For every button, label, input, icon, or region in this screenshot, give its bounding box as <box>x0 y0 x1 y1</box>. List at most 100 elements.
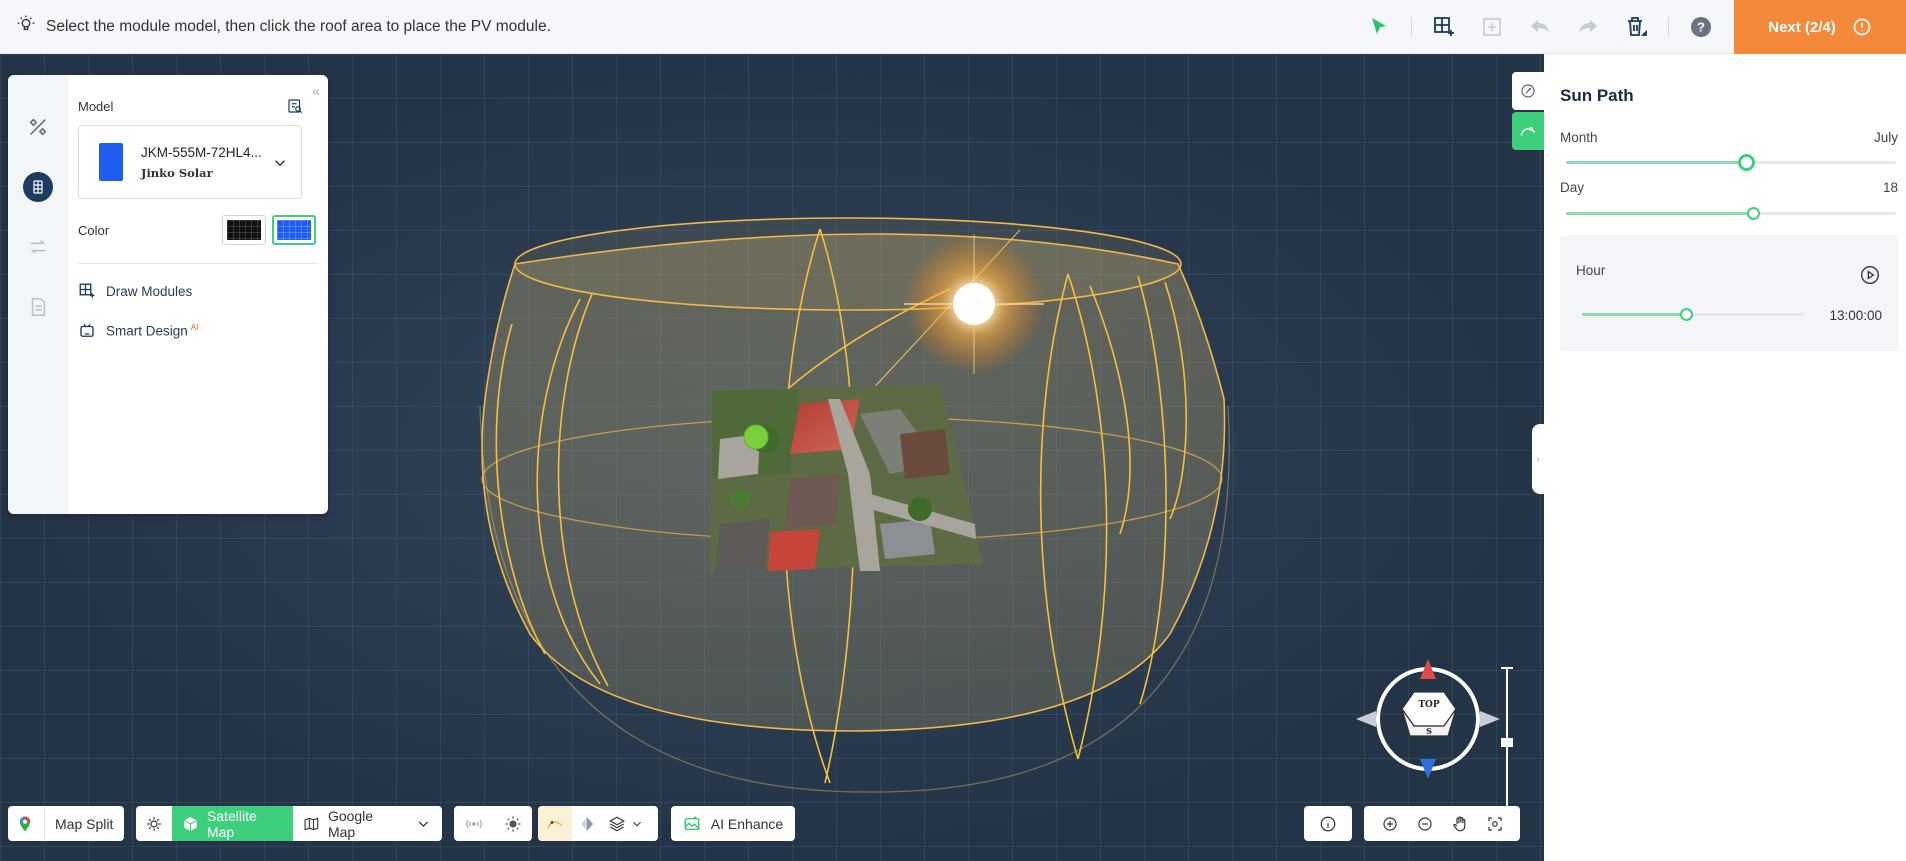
info-icon <box>1320 816 1336 831</box>
month-value: July <box>1873 130 1898 145</box>
grid-plus-icon <box>1434 17 1454 36</box>
google-map-label: Google Map <box>327 807 374 840</box>
divider <box>78 263 318 264</box>
satellite-map-button[interactable]: Satellite Map <box>172 806 294 841</box>
document-icon <box>31 298 46 316</box>
divider <box>1668 17 1669 37</box>
model-library-icon[interactable] <box>286 97 304 115</box>
satellite-icon <box>147 816 161 831</box>
draw-modules-button[interactable]: Draw Modules <box>78 282 318 300</box>
layers-toggle-button[interactable] <box>136 806 172 841</box>
draw-modules-label: Draw Modules <box>106 283 193 299</box>
satellite-tile[interactable] <box>710 384 983 571</box>
day-slider[interactable] <box>1566 207 1896 220</box>
delete-button[interactable] <box>1616 7 1656 47</box>
annotate-icon <box>1521 84 1535 98</box>
tab-sun-path[interactable] <box>1512 112 1544 150</box>
undo-button[interactable] <box>1520 7 1560 47</box>
sun-arc-icon <box>1520 126 1536 136</box>
expand-panel-tab[interactable]: › <box>1532 424 1544 494</box>
view-controls <box>1364 806 1520 841</box>
color-swatch-blue[interactable] <box>272 215 316 245</box>
lightbulb-icon <box>16 14 36 39</box>
smart-design-button[interactable]: Smart Design AI <box>78 322 318 340</box>
signal-icon[interactable] <box>465 815 483 833</box>
scene-effects-group <box>454 806 532 841</box>
draw-modules-tool-button[interactable] <box>1424 7 1464 47</box>
map-pin-icon <box>19 816 31 831</box>
divider <box>1411 17 1412 37</box>
tools-icon <box>29 118 47 136</box>
pv-module-thumbnail <box>99 143 123 181</box>
month-slider[interactable] <box>1566 154 1896 171</box>
select-tool-button[interactable] <box>1359 7 1399 47</box>
play-icon[interactable] <box>1860 265 1880 285</box>
undo-icon <box>1531 20 1549 33</box>
sun-path-top-ring <box>514 217 1182 311</box>
toolbar-tools: ? <box>1355 0 1725 54</box>
shadow-toggle[interactable] <box>572 806 602 841</box>
model-brand: Jinko Solar <box>141 165 213 180</box>
module-panel: « Model JKM-555M-72HL4... Jinko Solar Co… <box>8 75 328 514</box>
diamond-icon <box>581 816 593 831</box>
month-slider-fill <box>1566 161 1746 164</box>
ai-enhance-label: AI Enhance <box>710 815 784 832</box>
redo-button[interactable] <box>1568 7 1608 47</box>
chevron-down-icon <box>275 160 285 167</box>
ai-enhance-button[interactable]: AI Enhance <box>671 806 795 841</box>
hour-slider-handle[interactable] <box>1680 308 1694 321</box>
zoom-in-icon[interactable] <box>1381 815 1399 833</box>
map-split-label: Map Split <box>55 815 114 832</box>
help-icon: ? <box>1691 17 1711 37</box>
smart-design-label: Smart Design <box>106 323 188 339</box>
rail-tools-button[interactable] <box>8 97 68 157</box>
sun-path-toggle[interactable] <box>538 806 572 841</box>
swap-icon <box>30 240 46 254</box>
location-marker[interactable] <box>743 424 769 450</box>
grid-plus-icon <box>79 283 95 298</box>
satellite-map-label: Satellite Map <box>206 807 257 840</box>
model-name: JKM-555M-72HL4... <box>141 144 262 160</box>
color-label: Color <box>78 222 110 238</box>
map-split-button[interactable]: Map Split <box>8 806 124 841</box>
fit-view-icon[interactable] <box>1486 815 1504 833</box>
hint: Select the module model, then click the … <box>0 14 551 39</box>
tab-annotate[interactable] <box>1512 72 1544 110</box>
model-select[interactable]: JKM-555M-72HL4... Jinko Solar <box>78 125 302 199</box>
redo-icon <box>1579 20 1597 33</box>
pan-hand-icon[interactable] <box>1451 815 1469 833</box>
rail-report-button[interactable] <box>8 277 68 337</box>
sun-path-panel: Sun Path Month July Day 18 Hour 13:00:00 <box>1544 54 1906 861</box>
info-button[interactable] <box>1304 806 1352 841</box>
sun[interactable] <box>953 283 995 325</box>
chevron-down-icon <box>418 820 429 827</box>
color-swatches <box>222 215 316 245</box>
hour-label: Hour <box>1576 263 1606 278</box>
compass-south-label: S <box>1426 726 1432 736</box>
add-tool-button[interactable] <box>1472 7 1512 47</box>
month-slider-handle[interactable] <box>1737 154 1755 171</box>
module-icon <box>33 180 43 194</box>
hour-section: Hour 13:00:00 <box>1560 235 1898 351</box>
panel-rail <box>8 75 68 514</box>
zoom-out-icon[interactable] <box>1416 815 1434 833</box>
hour-slider[interactable] <box>1582 308 1804 321</box>
cursor-icon <box>1372 18 1386 34</box>
rail-modules-button[interactable] <box>8 157 68 217</box>
hint-text: Select the module model, then click the … <box>46 17 551 35</box>
google-map-button[interactable]: Google Map <box>293 806 442 841</box>
help-button[interactable]: ? <box>1681 7 1721 47</box>
chevron-right-icon: › <box>1536 453 1540 465</box>
hour-slider-fill <box>1582 313 1687 316</box>
analysis-tools-group <box>538 806 658 841</box>
next-label: Next (2/4) <box>1768 18 1836 36</box>
rail-stringing-button[interactable] <box>8 217 68 277</box>
layers-dropdown[interactable] <box>602 806 650 841</box>
day-label: Day <box>1560 180 1585 195</box>
ai-badge: AI <box>190 323 199 333</box>
panel-title: Sun Path <box>1560 86 1634 105</box>
color-swatch-black[interactable] <box>222 215 266 245</box>
sun-icon[interactable] <box>504 815 522 833</box>
next-button[interactable]: Next (2/4) <box>1734 0 1906 54</box>
day-slider-handle[interactable] <box>1747 207 1761 220</box>
